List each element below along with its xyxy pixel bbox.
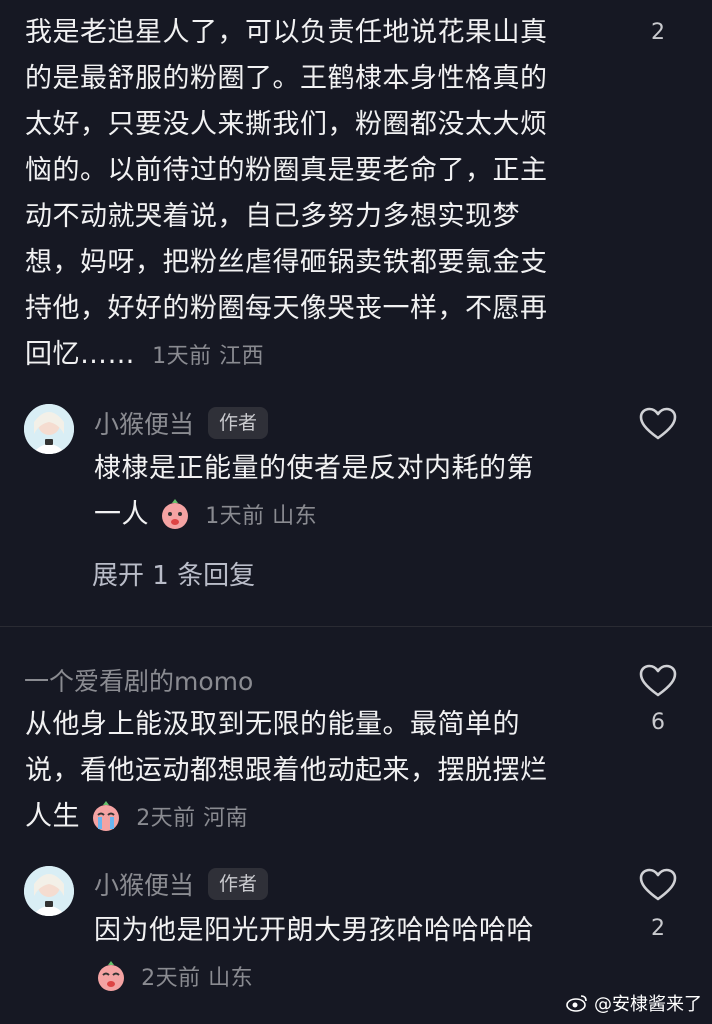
comment-line: 持他，好好的粉圈每天像哭丧一样，不愿再 [25,293,548,324]
heart-icon [639,664,677,697]
avatar[interactable] [24,404,74,454]
reply-line-last: 一人 1天前 山东 [94,492,614,540]
reply-header: 小猴便当 作者 [94,866,269,902]
like-button[interactable] [639,868,677,902]
crying-emoji-icon [93,801,120,831]
heart-icon [639,407,677,440]
comment-1-body: 我是老追星人了，可以负责任地说花果山真 的是最舒服的粉圈了。王鹤棣本身性格真的 … [25,10,615,380]
comment-text: 人生 [25,801,80,832]
reply-header: 小猴便当 作者 [94,405,269,441]
comment-line: 动不动就哭着说，自己多努力多想实现梦 [25,201,520,232]
divider [0,626,712,627]
comment-username[interactable]: 一个爱看剧的momo [24,662,253,698]
watermark-text: @安棣酱来了 [594,994,702,1015]
reply-username[interactable]: 小猴便当 [94,405,194,441]
heart-icon [639,868,677,901]
reply-meta: 2天前 山东 [141,966,254,991]
like-count: 6 [651,710,665,735]
like-count: 2 [651,20,665,45]
comment-meta: 2天前 河南 [136,806,249,831]
comment-2-body: 从他身上能汲取到无限的能量。最简单的 说，看他运动都想跟着他动起来，摆脱摆烂 人… [25,702,615,842]
comment-line-last: 回忆…… 1天前 江西 [25,332,615,380]
comment-meta: 1天前 江西 [152,344,265,369]
comment-line: 的是最舒服的粉圈了。王鹤棣本身性格真的 [25,63,548,94]
reply-meta-line: 2天前 山东 [94,954,614,1002]
comment-text: 回忆…… [25,339,135,370]
reply-body: 因为他是阳光开朗大男孩哈哈哈哈哈 2天前 山东 [94,908,614,1002]
weibo-logo-icon [566,995,587,1012]
reply-username[interactable]: 小猴便当 [94,866,194,902]
reply-line: 棣棣是正能量的使者是反对内耗的第 [94,453,534,484]
comment-line: 我是老追星人了，可以负责任地说花果山真 [25,17,548,48]
like-count: 2 [651,916,665,941]
weibo-watermark: @安棣酱来了 [566,990,702,1016]
comment-line: 想，妈呀，把粉丝虐得砸锅卖铁都要氪金支 [25,247,548,278]
avatar[interactable] [24,866,74,916]
crying-emoji-icon [98,961,124,991]
reply-text: 一人 [94,499,149,530]
expand-replies-button[interactable]: 展开 1 条回复 [92,555,255,592]
reply-meta: 1天前 山东 [205,504,318,529]
like-button[interactable] [639,407,677,441]
reply-body: 棣棣是正能量的使者是反对内耗的第 一人 1天前 山东 [94,446,614,540]
like-button[interactable] [639,664,677,698]
author-badge: 作者 [208,868,269,900]
comment-line: 说，看他运动都想跟着他动起来，摆脱摆烂 [25,755,548,786]
comment-line: 从他身上能汲取到无限的能量。最简单的 [25,709,520,740]
comment-line-last: 人生 2天前 河南 [25,794,615,842]
author-badge: 作者 [208,407,269,439]
crying-emoji-icon [162,499,189,529]
reply-line: 因为他是阳光开朗大男孩哈哈哈哈哈 [94,915,534,946]
comment-line: 恼的。以前待过的粉圈真是要老命了，正主 [25,155,548,186]
comment-line: 太好，只要没人来撕我们，粉圈都没太大烦 [25,109,548,140]
